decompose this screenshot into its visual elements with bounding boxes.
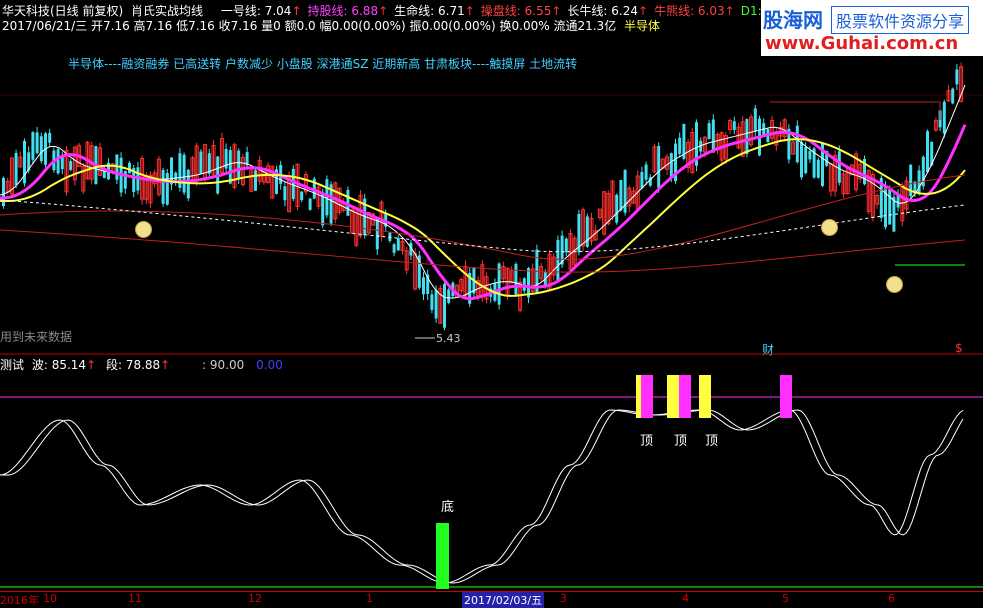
candle-body — [228, 150, 232, 184]
smiley-icon[interactable] — [886, 276, 903, 293]
top-signal-label: 顶 — [705, 434, 719, 449]
candle-body — [396, 238, 400, 251]
top-signal-bar — [679, 375, 691, 418]
price-chart[interactable] — [0, 0, 983, 355]
osc-fast-line — [0, 409, 964, 584]
smiley-icon[interactable] — [821, 219, 838, 236]
candle-body — [161, 169, 165, 204]
candle-body — [35, 132, 39, 154]
date-tick: 4 — [682, 592, 689, 605]
candle-body — [585, 216, 589, 247]
top-signal-bar — [641, 375, 653, 418]
candle-body — [808, 151, 812, 160]
candle-body — [707, 123, 711, 140]
candle-body — [321, 193, 325, 226]
candle-body — [392, 244, 396, 253]
candle-body — [186, 169, 190, 199]
top-signal-bar — [780, 375, 792, 418]
candle-body — [800, 141, 803, 178]
candle-body — [888, 189, 892, 225]
date-tick: 1 — [366, 592, 373, 605]
candle-body — [69, 161, 73, 170]
candle-body — [892, 197, 896, 232]
candle-body — [237, 150, 241, 180]
resistance-line — [770, 101, 941, 120]
candle-body — [657, 145, 661, 188]
candle-body — [837, 151, 841, 183]
candle-body — [422, 277, 425, 295]
oscillator-chart[interactable] — [0, 355, 983, 590]
date-tick: 11 — [128, 592, 142, 605]
candle-body — [283, 186, 287, 201]
candle-body — [199, 151, 203, 175]
candle-body — [804, 147, 808, 174]
top-signal-label: 顶 — [640, 434, 654, 449]
top-signal-label: 顶 — [674, 434, 688, 449]
candle-body — [619, 180, 623, 211]
candle-body — [254, 170, 257, 191]
candle-body — [640, 172, 644, 189]
candle-body — [14, 153, 18, 186]
top-signal-bar — [667, 375, 679, 418]
candle-body — [165, 172, 169, 205]
candle-body — [48, 132, 52, 143]
candle-body — [753, 108, 757, 132]
candle-body — [31, 132, 35, 160]
bottom-signal-label: 底 — [441, 500, 455, 515]
candles — [2, 62, 964, 331]
candle-body — [447, 289, 451, 303]
candle-body — [128, 162, 131, 174]
candle-body — [182, 154, 186, 193]
candle-body — [745, 119, 749, 154]
candle-body — [514, 264, 518, 295]
candle-body — [955, 69, 959, 85]
candle-body — [942, 101, 946, 134]
candle-body — [644, 164, 648, 180]
candle-body — [430, 294, 434, 310]
date-tick: 5 — [782, 592, 789, 605]
bottom-signal-bar — [436, 523, 449, 589]
date-tick: 10 — [43, 592, 57, 605]
candle-body — [556, 240, 560, 282]
candle-body — [732, 121, 736, 130]
candle-body — [39, 136, 43, 162]
date-tick: 6 — [888, 592, 895, 605]
candle-body — [615, 194, 619, 223]
candle-body — [816, 159, 820, 178]
date-tick: 2017/02/03/五 — [462, 592, 545, 608]
candle-body — [375, 218, 379, 250]
candle-body — [669, 153, 673, 177]
candle-body — [56, 149, 60, 174]
candle-body — [300, 191, 304, 201]
candle-body — [207, 153, 211, 174]
date-tick: 2016年 — [0, 594, 39, 607]
candle-body — [678, 137, 682, 154]
candle-body — [291, 168, 295, 200]
candle-body — [951, 88, 955, 104]
candle-body — [434, 290, 438, 319]
date-tick: 3 — [560, 592, 567, 605]
candle-body — [564, 238, 568, 253]
top-signal-bar — [699, 375, 711, 418]
candle-body — [308, 198, 312, 210]
candle-body — [795, 125, 799, 163]
candle-body — [443, 283, 446, 328]
candle-body — [711, 119, 715, 153]
date-axis: 2016年 10 11 12 1 2017/02/03/五 3 4 5 6 — [0, 591, 983, 608]
candle-body — [522, 278, 526, 291]
smiley-icon[interactable] — [135, 221, 152, 238]
candle-body — [926, 131, 929, 173]
date-tick: 12 — [248, 592, 262, 605]
osc-slow-line — [0, 409, 964, 584]
